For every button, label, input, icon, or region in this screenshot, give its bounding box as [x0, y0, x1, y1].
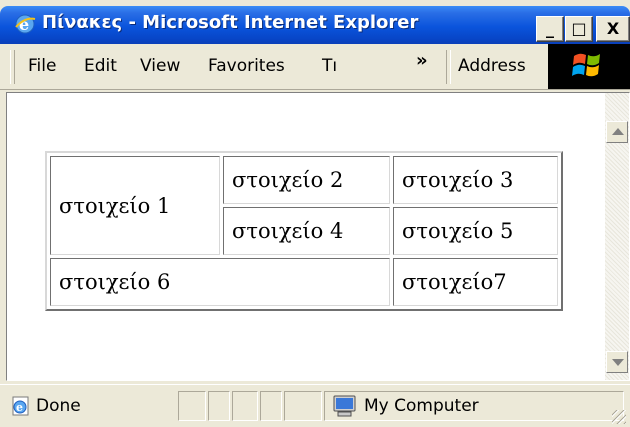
- toolbar-separator: [446, 50, 451, 84]
- browser-window: e Πίνακες - Microsoft Internet Explorer …: [0, 0, 630, 427]
- status-panel: [260, 391, 282, 421]
- my-computer-icon: [333, 395, 356, 417]
- maximize-button[interactable]: □: [565, 16, 593, 42]
- table-cell: στοιχείο 5: [393, 207, 558, 255]
- title-bar[interactable]: e Πίνακες - Microsoft Internet Explorer …: [0, 6, 630, 44]
- menu-bar: File Edit View Favorites Tı » Address: [0, 44, 630, 90]
- svg-text:e: e: [19, 15, 29, 34]
- minimize-icon: _: [546, 19, 554, 38]
- table-cell: στοιχείο 6: [50, 258, 390, 306]
- scroll-up-button[interactable]: [606, 121, 628, 143]
- window-title: Πίνακες - Microsoft Internet Explorer: [42, 12, 419, 33]
- table-cell: στοιχείο 2: [223, 156, 390, 204]
- vertical-scrollbar[interactable]: [605, 93, 629, 380]
- internet-explorer-icon: e: [15, 14, 36, 34]
- address-label[interactable]: Address: [458, 56, 526, 76]
- table-cell: στοιχείο 3: [393, 156, 558, 204]
- close-icon: X: [606, 19, 620, 38]
- close-button[interactable]: X: [596, 16, 630, 42]
- arrow-down-icon: [612, 359, 624, 366]
- page-done-icon: e: [12, 396, 29, 416]
- security-zone-text: My Computer: [364, 396, 479, 416]
- maximize-icon: □: [571, 19, 587, 38]
- resize-grip[interactable]: [612, 410, 626, 424]
- menu-view[interactable]: View: [140, 56, 180, 76]
- windows-flag-icon: [572, 53, 600, 77]
- windows-logo-throbber: [548, 44, 630, 89]
- menu-edit[interactable]: Edit: [84, 56, 117, 76]
- table-cell: στοιχείο7: [393, 258, 558, 306]
- items-table: στοιχείο 1 στοιχείο 2 στοιχείο 3 στοιχεί…: [45, 151, 563, 311]
- scroll-down-button[interactable]: [606, 351, 628, 373]
- table-row: στοιχείο 6 στοιχείο7: [50, 258, 558, 306]
- table-cell: στοιχείο 1: [50, 156, 220, 255]
- table-cell: στοιχείο 4: [223, 207, 390, 255]
- status-panel: [208, 391, 230, 421]
- status-panel: [284, 391, 322, 421]
- table-row: στοιχείο 1 στοιχείο 2 στοιχείο 3: [50, 156, 558, 255]
- menu-tools[interactable]: Tı: [322, 56, 337, 76]
- menu-favorites[interactable]: Favorites: [208, 56, 285, 76]
- arrow-up-icon: [612, 128, 624, 135]
- menu-file[interactable]: File: [28, 56, 56, 76]
- status-text: Done: [36, 396, 81, 416]
- status-panel: [232, 391, 258, 421]
- status-panel: [178, 391, 206, 421]
- status-bar: e Done My Computer: [0, 384, 630, 427]
- menu-overflow-icon[interactable]: »: [416, 50, 428, 71]
- minimize-button[interactable]: _: [536, 16, 564, 42]
- toolbar-grip[interactable]: [10, 50, 15, 84]
- page-viewport[interactable]: στοιχείο 1 στοιχείο 2 στοιχείο 3 στοιχεί…: [6, 92, 630, 381]
- svg-text:e: e: [16, 401, 23, 414]
